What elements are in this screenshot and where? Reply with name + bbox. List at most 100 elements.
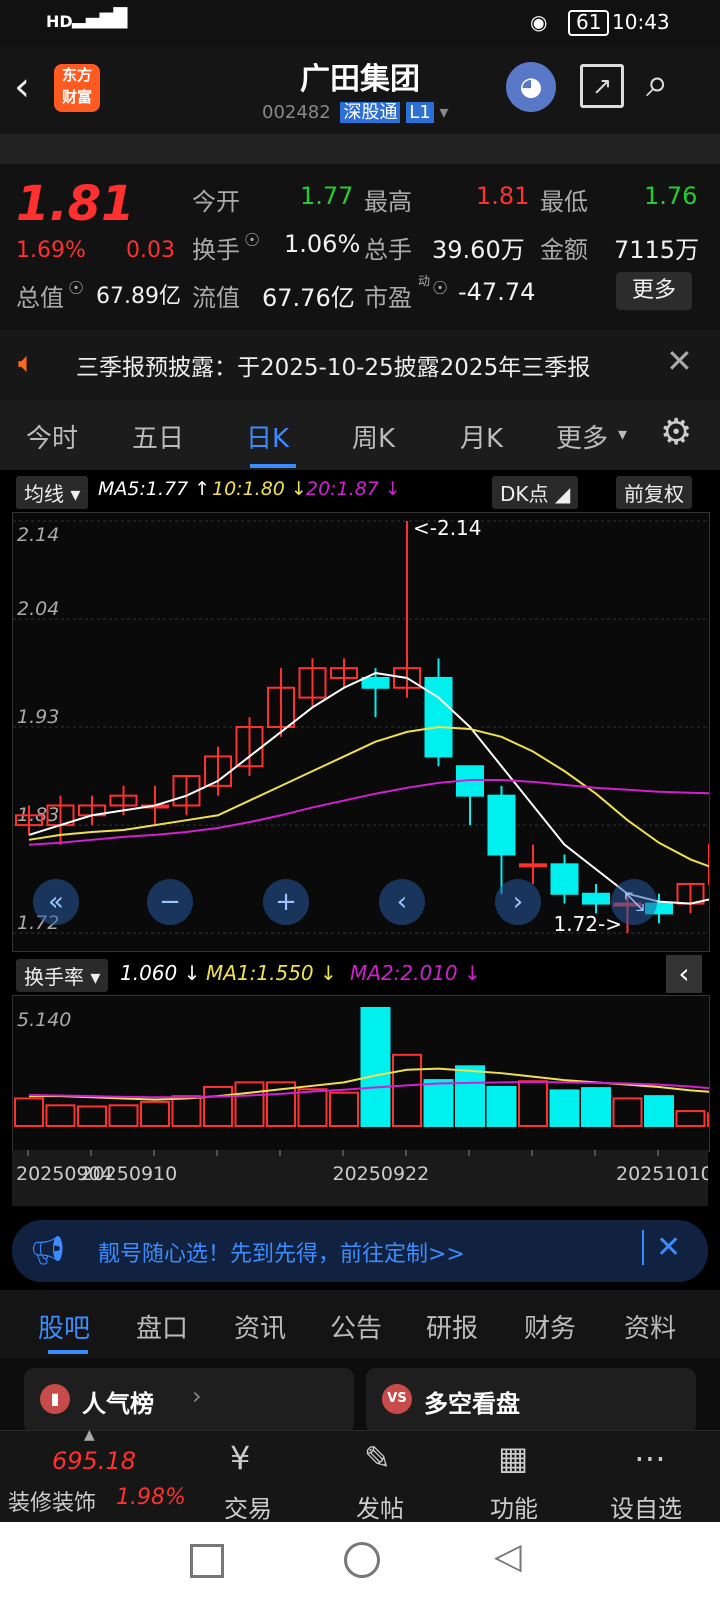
close-icon[interactable]: ✕ bbox=[666, 342, 693, 380]
ma20-text: 20:1.87 bbox=[306, 478, 379, 500]
turnover-y-tick: 5.140 bbox=[17, 1009, 71, 1031]
y-tick-label: 1.93 bbox=[17, 706, 59, 728]
candle-body bbox=[519, 863, 547, 868]
turnover-bar bbox=[77, 1105, 107, 1128]
turnover-label: 换手 bbox=[192, 236, 240, 264]
mktcap-label: 总值 bbox=[16, 284, 64, 312]
turnover-ma2-text: MA2:2.010 bbox=[350, 961, 458, 985]
back-nav-icon[interactable]: ◁ bbox=[494, 1536, 522, 1577]
period-tabs: 今时 五日 日K 周K 月K 更多 ▾ ⚙ bbox=[0, 400, 720, 470]
tab-profile[interactable]: 资料 bbox=[624, 1308, 676, 1345]
tab-weekly-k[interactable]: 周K bbox=[352, 418, 395, 455]
prev-icon[interactable]: ‹ bbox=[379, 879, 425, 925]
feature-cards: ▮ 人气榜 › VS 多空看盘 bbox=[0, 1358, 720, 1434]
system-nav: ◁ bbox=[0, 1522, 720, 1600]
tab-order-book[interactable]: 盘口 bbox=[136, 1308, 188, 1345]
share-icon[interactable]: ↗ bbox=[580, 64, 624, 108]
fullscreen-icon[interactable]: ⤡ bbox=[611, 879, 657, 925]
ma-indicator-select[interactable]: 均线 ▾ bbox=[16, 476, 89, 509]
ad-banner[interactable]: 📢︎ 靓号随心选！先到先得，前往定制>> ✕ bbox=[12, 1220, 708, 1282]
chevron-up-icon: ▲ bbox=[84, 1427, 95, 1443]
zoom-out-icon[interactable]: − bbox=[147, 879, 193, 925]
more-dots-icon: ⋯ bbox=[634, 1439, 666, 1477]
tab-announcements[interactable]: 公告 bbox=[330, 1308, 382, 1345]
turnover-bar bbox=[486, 1085, 517, 1127]
volume-label: 总手 bbox=[364, 236, 412, 264]
mktcap-info-icon[interactable]: ☉ bbox=[68, 278, 84, 299]
date-label: 20250910 bbox=[81, 1163, 178, 1185]
tab-forum[interactable]: 股吧 bbox=[38, 1308, 90, 1345]
pe-superscript: 动 bbox=[418, 274, 431, 288]
tab-research[interactable]: 研报 bbox=[426, 1308, 478, 1345]
next-icon[interactable]: › bbox=[495, 879, 541, 925]
more-button[interactable]: 更多 bbox=[616, 272, 692, 310]
amount-label: 金额 bbox=[540, 236, 588, 264]
turnover-chart[interactable]: 5.140 bbox=[12, 995, 710, 1152]
chart-indicator-bar: 均线 ▾ MA5:1.77 ↑ 10:1.80 ↓ 20:1.87 ↓ DK点 … bbox=[0, 470, 720, 510]
speaker-icon: 🔈︎ bbox=[18, 346, 35, 379]
tab-news[interactable]: 资讯 bbox=[234, 1308, 286, 1345]
tab-more[interactable]: 更多 bbox=[556, 418, 608, 455]
nav-post[interactable]: 发帖 bbox=[356, 1489, 404, 1524]
turnover-indicator-label: 换手率 bbox=[24, 965, 84, 989]
turnover-svg: 5.140 bbox=[14, 1006, 709, 1128]
megaphone-icon: 📢︎ bbox=[30, 1234, 66, 1267]
popularity-card[interactable]: ▮ 人气榜 › bbox=[24, 1368, 354, 1434]
ma10-value: 10:1.80 ↓ bbox=[212, 478, 307, 500]
ad-close-icon[interactable]: ✕ bbox=[642, 1230, 681, 1265]
low-label: 最低 bbox=[540, 188, 588, 216]
turnover-ma1-text: MA1:1.550 bbox=[206, 961, 314, 985]
tab-financials[interactable]: 财务 bbox=[524, 1308, 576, 1345]
recent-apps-icon[interactable] bbox=[190, 1544, 224, 1578]
adjust-button[interactable]: 前复权 bbox=[616, 476, 692, 509]
turnover-bar bbox=[171, 1095, 202, 1127]
turnover-ma2: MA2:2.010 ↓ bbox=[350, 961, 481, 985]
turnover-bar bbox=[14, 1097, 44, 1127]
edit-icon: ✎ bbox=[364, 1439, 391, 1477]
pe-label: 市盈 bbox=[364, 284, 412, 312]
ma10-line bbox=[28, 725, 709, 868]
turnover-bar bbox=[612, 1097, 643, 1127]
info-icon[interactable]: ☉ bbox=[244, 230, 260, 251]
tab-intraday[interactable]: 今时 bbox=[26, 418, 78, 455]
active-tab-indicator bbox=[250, 464, 296, 468]
turnover-value: 1.06% bbox=[284, 230, 361, 258]
candle-body bbox=[487, 794, 516, 856]
notice-bar[interactable]: 🔈︎ 三季报预披露：于2025-10-25披露2025年三季报 ✕ bbox=[0, 330, 720, 400]
tab-five-day[interactable]: 五日 bbox=[132, 418, 184, 455]
home-icon[interactable] bbox=[344, 1542, 380, 1578]
chevron-down-icon[interactable]: ▾ bbox=[439, 102, 448, 123]
stock-code-row: 002482 深股通 L1 ▾ bbox=[262, 98, 448, 124]
candle-body bbox=[424, 676, 453, 758]
date-label: 20250922 bbox=[333, 1163, 430, 1185]
collapse-icon[interactable]: ‹ bbox=[666, 955, 702, 993]
pe-info-icon[interactable]: ☉ bbox=[432, 278, 448, 299]
bull-bear-card[interactable]: VS 多空看盘 bbox=[366, 1368, 696, 1434]
rewind-icon[interactable]: « bbox=[33, 879, 79, 925]
candlestick-chart[interactable]: 2.14 2.04 1.93 1.83 1.72 <-2.14 1.72-> « − + ‹… bbox=[12, 512, 710, 952]
nav-add-watchlist[interactable]: 设自选 bbox=[610, 1489, 682, 1524]
tab-monthly-k[interactable]: 月K bbox=[460, 418, 503, 455]
tab-daily-k[interactable]: 日K bbox=[246, 418, 289, 455]
gear-icon[interactable]: ⚙ bbox=[660, 412, 692, 453]
high-label: 最高 bbox=[364, 188, 412, 216]
turnover-bar bbox=[581, 1087, 611, 1128]
nav-functions[interactable]: 功能 bbox=[490, 1489, 538, 1524]
battery-icon: 61 bbox=[568, 10, 610, 36]
dk-point-button[interactable]: DK点 ◢ bbox=[492, 476, 579, 509]
turnover-bar bbox=[234, 1081, 265, 1127]
robot-avatar-icon[interactable]: ◕ bbox=[506, 62, 556, 112]
ma-indicator-label: 均线 bbox=[24, 482, 64, 506]
max-price-label: <-2.14 bbox=[413, 516, 482, 540]
zoom-in-icon[interactable]: + bbox=[263, 879, 309, 925]
ma20-line bbox=[28, 778, 709, 846]
search-icon[interactable]: ⌕ bbox=[646, 60, 668, 106]
status-bar: HD ▂▄▆█ ◉ 61 10:43 bbox=[0, 0, 720, 46]
float-label: 流值 bbox=[192, 284, 240, 312]
nav-trade[interactable]: 交易 bbox=[224, 1489, 272, 1524]
turnover-indicator-select[interactable]: 换手率 ▾ bbox=[16, 959, 109, 992]
ranking-icon: ▮ bbox=[40, 1384, 70, 1414]
turnover-bar bbox=[329, 1091, 359, 1127]
low-value: 1.76 bbox=[644, 182, 698, 210]
sector-index[interactable]: ▲ 695.18 装修装饰 1.98% bbox=[0, 1427, 190, 1523]
